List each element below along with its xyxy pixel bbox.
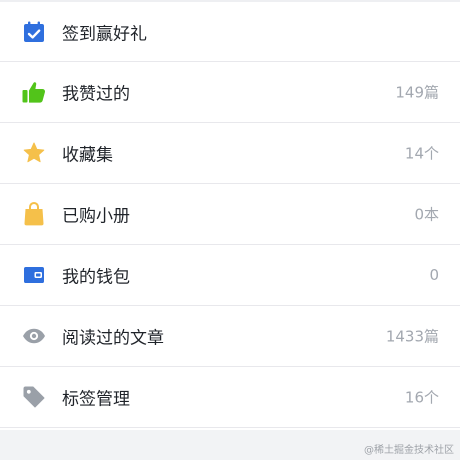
menu-item-label: 标签管理	[62, 389, 130, 410]
menu-item-wallet[interactable]: 我的钱包 0	[0, 245, 460, 306]
profile-menu: 签到赢好礼 我赞过的 149篇 收藏集 14个 已购小册 0本 我的钱包 0 阅…	[0, 2, 460, 428]
menu-item-count: 14个	[404, 144, 439, 163]
menu-item-purchased-booklets[interactable]: 已购小册 0本	[0, 184, 460, 245]
wallet-icon	[22, 263, 46, 287]
tag-icon	[22, 385, 46, 409]
footer-area: @稀土掘金技术社区	[0, 430, 460, 460]
calendar-check-icon	[22, 20, 46, 44]
menu-item-count: 1433篇	[385, 327, 439, 346]
menu-item-collections[interactable]: 收藏集 14个	[0, 123, 460, 184]
watermark: @稀土掘金技术社区	[364, 445, 454, 456]
menu-item-label: 已购小册	[62, 206, 130, 227]
menu-item-label: 收藏集	[62, 145, 113, 166]
menu-item-label: 我的钱包	[62, 267, 130, 288]
eye-icon	[22, 324, 46, 348]
menu-item-checkin[interactable]: 签到赢好礼	[0, 2, 460, 62]
menu-item-label: 阅读过的文章	[62, 328, 164, 349]
menu-item-count: 0本	[414, 205, 439, 224]
menu-item-read-articles[interactable]: 阅读过的文章 1433篇	[0, 306, 460, 367]
shopping-bag-icon	[22, 202, 46, 226]
menu-item-count: 16个	[404, 388, 439, 407]
menu-item-label: 签到赢好礼	[62, 24, 147, 44]
menu-item-tag-management[interactable]: 标签管理 16个	[0, 367, 460, 428]
menu-item-count: 0	[429, 266, 439, 284]
profile-menu-page: 签到赢好礼 我赞过的 149篇 收藏集 14个 已购小册 0本 我的钱包 0 阅…	[0, 0, 460, 460]
menu-item-liked[interactable]: 我赞过的 149篇	[0, 62, 460, 123]
star-icon	[22, 141, 46, 165]
menu-item-label: 我赞过的	[62, 84, 130, 105]
thumbs-up-icon	[22, 80, 46, 104]
menu-item-count: 149篇	[395, 83, 439, 102]
